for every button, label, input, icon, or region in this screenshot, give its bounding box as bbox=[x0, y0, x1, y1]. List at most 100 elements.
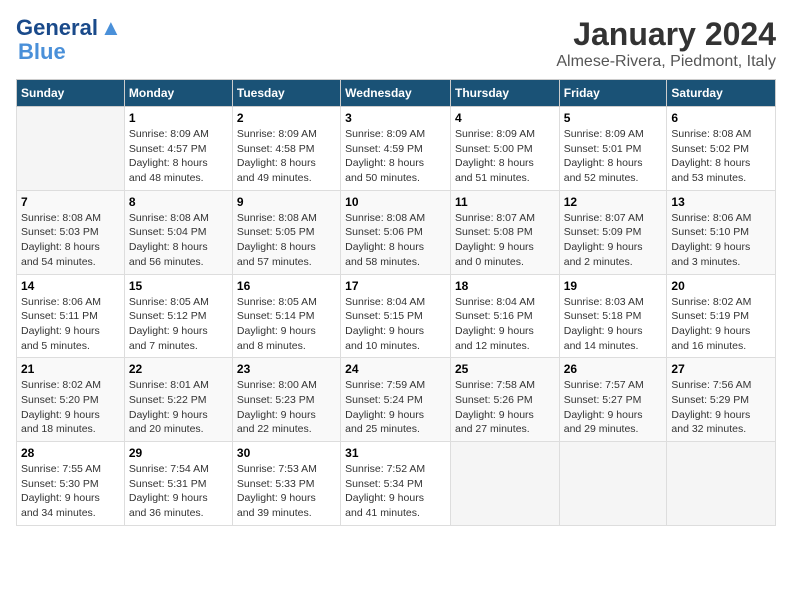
day-info: Sunrise: 8:02 AM Sunset: 5:20 PM Dayligh… bbox=[21, 378, 120, 437]
calendar-cell: 19 Sunrise: 8:03 AM Sunset: 5:18 PM Dayli… bbox=[559, 274, 667, 358]
calendar-cell: 7 Sunrise: 8:08 AM Sunset: 5:03 PM Daylig… bbox=[17, 190, 125, 274]
day-number: 24 bbox=[345, 362, 446, 376]
day-number: 8 bbox=[129, 195, 228, 209]
calendar-week-row: 7 Sunrise: 8:08 AM Sunset: 5:03 PM Daylig… bbox=[17, 190, 776, 274]
day-info: Sunrise: 7:58 AM Sunset: 5:26 PM Dayligh… bbox=[455, 378, 555, 437]
weekday-header: Friday bbox=[559, 80, 667, 107]
day-number: 17 bbox=[345, 279, 446, 293]
day-info: Sunrise: 7:56 AM Sunset: 5:29 PM Dayligh… bbox=[671, 378, 771, 437]
day-info: Sunrise: 8:06 AM Sunset: 5:10 PM Dayligh… bbox=[671, 211, 771, 270]
calendar-cell: 29Sunrise: 7:54 AM Sunset: 5:31 PM Dayli… bbox=[124, 442, 232, 526]
calendar-cell: 21Sunrise: 8:02 AM Sunset: 5:20 PM Dayli… bbox=[17, 358, 125, 442]
weekday-header-row: SundayMondayTuesdayWednesdayThursdayFrid… bbox=[17, 80, 776, 107]
calendar-cell: 3 Sunrise: 8:09 AM Sunset: 4:59 PM Daylig… bbox=[341, 107, 451, 191]
day-info: Sunrise: 8:09 AM Sunset: 4:58 PM Dayligh… bbox=[237, 127, 336, 186]
calendar-cell: 17 Sunrise: 8:04 AM Sunset: 5:15 PM Dayli… bbox=[341, 274, 451, 358]
day-number: 6 bbox=[671, 111, 771, 125]
day-number: 3 bbox=[345, 111, 446, 125]
day-number: 19 bbox=[564, 279, 663, 293]
day-info: Sunrise: 8:08 AM Sunset: 5:03 PM Dayligh… bbox=[21, 211, 120, 270]
day-info: Sunrise: 8:09 AM Sunset: 5:01 PM Dayligh… bbox=[564, 127, 663, 186]
calendar-cell bbox=[559, 442, 667, 526]
calendar-cell: 5 Sunrise: 8:09 AM Sunset: 5:01 PM Daylig… bbox=[559, 107, 667, 191]
day-number: 30 bbox=[237, 446, 336, 460]
page-header: General▲ Blue January 2024 Almese-Rivera… bbox=[16, 16, 776, 71]
calendar-cell: 26 Sunrise: 7:57 AM Sunset: 5:27 PM Dayli… bbox=[559, 358, 667, 442]
day-info: Sunrise: 7:59 AM Sunset: 5:24 PM Dayligh… bbox=[345, 378, 446, 437]
calendar-cell: 18Sunrise: 8:04 AM Sunset: 5:16 PM Dayli… bbox=[450, 274, 559, 358]
calendar-cell bbox=[450, 442, 559, 526]
day-info: Sunrise: 8:01 AM Sunset: 5:22 PM Dayligh… bbox=[129, 378, 228, 437]
weekday-header: Thursday bbox=[450, 80, 559, 107]
calendar-week-row: 14 Sunrise: 8:06 AM Sunset: 5:11 PM Dayli… bbox=[17, 274, 776, 358]
calendar-cell: 24 Sunrise: 7:59 AM Sunset: 5:24 PM Dayli… bbox=[341, 358, 451, 442]
day-info: Sunrise: 8:07 AM Sunset: 5:08 PM Dayligh… bbox=[455, 211, 555, 270]
calendar-cell: 20Sunrise: 8:02 AM Sunset: 5:19 PM Dayli… bbox=[667, 274, 776, 358]
weekday-header: Sunday bbox=[17, 80, 125, 107]
day-info: Sunrise: 8:08 AM Sunset: 5:06 PM Dayligh… bbox=[345, 211, 446, 270]
day-number: 2 bbox=[237, 111, 336, 125]
day-number: 1 bbox=[129, 111, 228, 125]
logo-blue: Blue bbox=[18, 40, 66, 64]
logo-general: General▲ bbox=[16, 16, 122, 40]
day-number: 22 bbox=[129, 362, 228, 376]
day-number: 10 bbox=[345, 195, 446, 209]
day-number: 4 bbox=[455, 111, 555, 125]
day-number: 5 bbox=[564, 111, 663, 125]
calendar-table: SundayMondayTuesdayWednesdayThursdayFrid… bbox=[16, 79, 776, 526]
calendar-cell: 16 Sunrise: 8:05 AM Sunset: 5:14 PM Dayli… bbox=[232, 274, 340, 358]
day-number: 16 bbox=[237, 279, 336, 293]
calendar-cell: 8 Sunrise: 8:08 AM Sunset: 5:04 PM Daylig… bbox=[124, 190, 232, 274]
day-number: 14 bbox=[21, 279, 120, 293]
calendar-week-row: 1 Sunrise: 8:09 AM Sunset: 4:57 PM Daylig… bbox=[17, 107, 776, 191]
day-number: 18 bbox=[455, 279, 555, 293]
day-info: Sunrise: 8:06 AM Sunset: 5:11 PM Dayligh… bbox=[21, 295, 120, 354]
day-info: Sunrise: 8:08 AM Sunset: 5:04 PM Dayligh… bbox=[129, 211, 228, 270]
day-number: 27 bbox=[671, 362, 771, 376]
day-info: Sunrise: 8:05 AM Sunset: 5:12 PM Dayligh… bbox=[129, 295, 228, 354]
day-info: Sunrise: 8:09 AM Sunset: 4:59 PM Dayligh… bbox=[345, 127, 446, 186]
day-info: Sunrise: 8:03 AM Sunset: 5:18 PM Dayligh… bbox=[564, 295, 663, 354]
day-number: 15 bbox=[129, 279, 228, 293]
calendar-cell: 31 Sunrise: 7:52 AM Sunset: 5:34 PM Dayli… bbox=[341, 442, 451, 526]
calendar-subtitle: Almese-Rivera, Piedmont, Italy bbox=[556, 53, 776, 71]
day-number: 23 bbox=[237, 362, 336, 376]
day-number: 11 bbox=[455, 195, 555, 209]
calendar-cell: 25 Sunrise: 7:58 AM Sunset: 5:26 PM Dayli… bbox=[450, 358, 559, 442]
weekday-header: Saturday bbox=[667, 80, 776, 107]
calendar-title: January 2024 bbox=[556, 16, 776, 53]
calendar-cell: 10 Sunrise: 8:08 AM Sunset: 5:06 PM Dayli… bbox=[341, 190, 451, 274]
day-number: 26 bbox=[564, 362, 663, 376]
calendar-cell: 9Sunrise: 8:08 AM Sunset: 5:05 PM Daylig… bbox=[232, 190, 340, 274]
calendar-cell: 2 Sunrise: 8:09 AM Sunset: 4:58 PM Daylig… bbox=[232, 107, 340, 191]
day-number: 29 bbox=[129, 446, 228, 460]
day-number: 13 bbox=[671, 195, 771, 209]
calendar-cell: 30 Sunrise: 7:53 AM Sunset: 5:33 PM Dayli… bbox=[232, 442, 340, 526]
day-number: 12 bbox=[564, 195, 663, 209]
calendar-cell: 28Sunrise: 7:55 AM Sunset: 5:30 PM Dayli… bbox=[17, 442, 125, 526]
day-number: 31 bbox=[345, 446, 446, 460]
calendar-cell: 12Sunrise: 8:07 AM Sunset: 5:09 PM Dayli… bbox=[559, 190, 667, 274]
day-info: Sunrise: 7:55 AM Sunset: 5:30 PM Dayligh… bbox=[21, 462, 120, 521]
day-info: Sunrise: 7:52 AM Sunset: 5:34 PM Dayligh… bbox=[345, 462, 446, 521]
day-info: Sunrise: 8:04 AM Sunset: 5:15 PM Dayligh… bbox=[345, 295, 446, 354]
day-number: 25 bbox=[455, 362, 555, 376]
calendar-cell: 27 Sunrise: 7:56 AM Sunset: 5:29 PM Dayli… bbox=[667, 358, 776, 442]
calendar-week-row: 21Sunrise: 8:02 AM Sunset: 5:20 PM Dayli… bbox=[17, 358, 776, 442]
calendar-cell: 13 Sunrise: 8:06 AM Sunset: 5:10 PM Dayli… bbox=[667, 190, 776, 274]
calendar-cell: 4 Sunrise: 8:09 AM Sunset: 5:00 PM Daylig… bbox=[450, 107, 559, 191]
calendar-cell: 23Sunrise: 8:00 AM Sunset: 5:23 PM Dayli… bbox=[232, 358, 340, 442]
calendar-cell: 11 Sunrise: 8:07 AM Sunset: 5:08 PM Dayli… bbox=[450, 190, 559, 274]
calendar-cell: 22 Sunrise: 8:01 AM Sunset: 5:22 PM Dayli… bbox=[124, 358, 232, 442]
logo: General▲ Blue bbox=[16, 16, 122, 64]
calendar-cell: 15 Sunrise: 8:05 AM Sunset: 5:12 PM Dayli… bbox=[124, 274, 232, 358]
day-info: Sunrise: 8:09 AM Sunset: 4:57 PM Dayligh… bbox=[129, 127, 228, 186]
day-info: Sunrise: 7:57 AM Sunset: 5:27 PM Dayligh… bbox=[564, 378, 663, 437]
day-info: Sunrise: 8:08 AM Sunset: 5:02 PM Dayligh… bbox=[671, 127, 771, 186]
calendar-week-row: 28Sunrise: 7:55 AM Sunset: 5:30 PM Dayli… bbox=[17, 442, 776, 526]
day-info: Sunrise: 7:53 AM Sunset: 5:33 PM Dayligh… bbox=[237, 462, 336, 521]
day-info: Sunrise: 8:05 AM Sunset: 5:14 PM Dayligh… bbox=[237, 295, 336, 354]
calendar-cell bbox=[667, 442, 776, 526]
day-info: Sunrise: 8:09 AM Sunset: 5:00 PM Dayligh… bbox=[455, 127, 555, 186]
day-number: 7 bbox=[21, 195, 120, 209]
